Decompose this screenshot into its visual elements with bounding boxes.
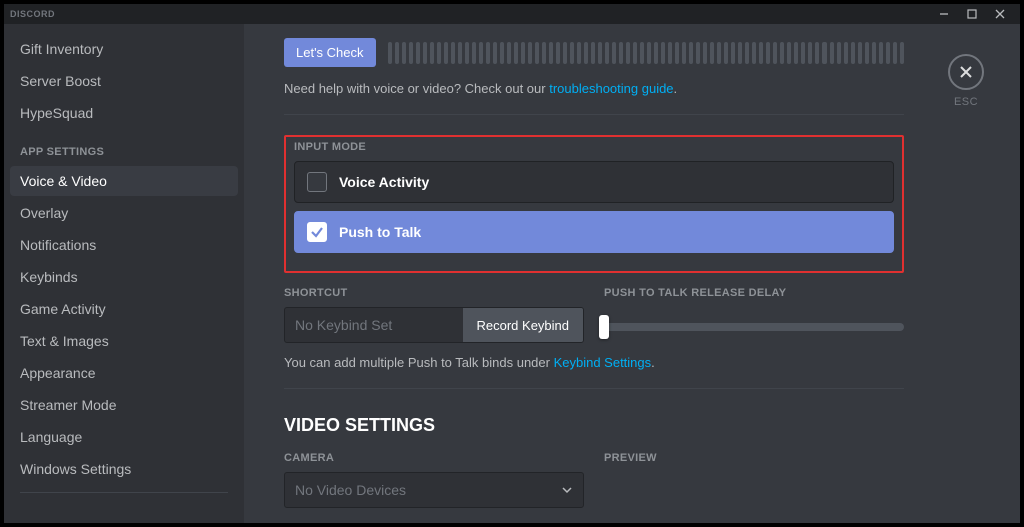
close-icon [958,64,974,80]
app-title: DISCORD [10,9,55,19]
slider-thumb[interactable] [599,315,609,339]
sidebar-item-label: Appearance [20,365,96,381]
minimize-button[interactable] [930,4,958,24]
input-mode-voice-activity[interactable]: Voice Activity [294,161,894,203]
camera-value: No Video Devices [295,482,406,498]
mic-level-bars [388,42,904,64]
checkbox-icon [307,222,327,242]
sidebar-item-appearance[interactable]: Appearance [10,358,238,388]
sidebar-item-label: Streamer Mode [20,397,116,413]
close-window-button[interactable] [986,4,1014,24]
chevron-down-icon [561,484,573,496]
video-settings-heading: VIDEO SETTINGS [284,415,904,436]
divider [284,114,904,115]
sidebar-item-language[interactable]: Language [10,422,238,452]
help-prefix: Need help with voice or video? Check out… [284,81,549,96]
sidebar-item-text-images[interactable]: Text & Images [10,326,238,356]
sidebar-item-label: Notifications [20,237,96,253]
keybind-settings-link[interactable]: Keybind Settings [554,355,652,370]
sidebar-heading-app-settings: APP SETTINGS [10,130,238,164]
sidebar-item-label: HypeSquad [20,105,93,121]
help-suffix: . [674,81,678,96]
sidebar-item-label: Keybinds [20,269,78,285]
help-text: Need help with voice or video? Check out… [284,81,904,96]
checkbox-icon [307,172,327,192]
mic-test-row: Let's Check [284,38,904,67]
input-mode-push-to-talk[interactable]: Push to Talk [294,211,894,253]
troubleshooting-link[interactable]: troubleshooting guide [549,81,673,96]
input-mode-highlight: INPUT MODE Voice Activity Push to Tal [284,135,904,273]
camera-heading: CAMERA [284,452,584,464]
sidebar-item-game-activity[interactable]: Game Activity [10,294,238,324]
sidebar-divider [20,492,228,493]
sidebar-item-label: Game Activity [20,301,106,317]
keybind-row: No Keybind Set Record Keybind [284,307,584,343]
sidebar-item-label: Overlay [20,205,68,221]
divider [284,388,904,389]
sidebar-item-label: Server Boost [20,73,101,89]
maximize-button[interactable] [958,4,986,24]
keybind-note-suffix: . [651,355,655,370]
record-keybind-button[interactable]: Record Keybind [463,308,584,342]
close-button[interactable] [948,54,984,90]
sidebar-item-overlay[interactable]: Overlay [10,198,238,228]
sidebar-item-server-boost[interactable]: Server Boost [10,66,238,96]
settings-sidebar: Gift Inventory Server Boost HypeSquad AP… [4,24,244,523]
input-mode-heading: INPUT MODE [294,141,894,153]
option-label: Push to Talk [339,224,421,240]
esc-label: ESC [954,96,978,108]
lets-check-button[interactable]: Let's Check [284,38,376,67]
sidebar-item-hypesquad[interactable]: HypeSquad [10,98,238,128]
sidebar-item-notifications[interactable]: Notifications [10,230,238,260]
sidebar-item-label: Windows Settings [20,461,131,477]
sidebar-item-windows-settings[interactable]: Windows Settings [10,454,238,484]
keybind-note-prefix: You can add multiple Push to Talk binds … [284,355,554,370]
sidebar-item-keybinds[interactable]: Keybinds [10,262,238,292]
window-title-bar: DISCORD [4,4,1020,24]
sidebar-item-label: Voice & Video [20,173,107,189]
sidebar-item-label: Gift Inventory [20,41,103,57]
camera-select[interactable]: No Video Devices [284,472,584,508]
ptt-delay-heading: PUSH TO TALK RELEASE DELAY [604,287,904,299]
sidebar-item-gift-inventory[interactable]: Gift Inventory [10,34,238,64]
sidebar-item-voice-video[interactable]: Voice & Video [10,166,238,196]
keybind-display[interactable]: No Keybind Set [285,308,463,342]
sidebar-item-streamer-mode[interactable]: Streamer Mode [10,390,238,420]
close-settings: ESC [948,54,984,108]
keybind-note: You can add multiple Push to Talk binds … [284,355,904,370]
sidebar-item-label: Text & Images [20,333,109,349]
sidebar-item-label: Language [20,429,82,445]
option-label: Voice Activity [339,174,429,190]
preview-heading: PREVIEW [604,452,904,464]
ptt-delay-slider[interactable] [604,307,904,343]
shortcut-heading: SHORTCUT [284,287,584,299]
